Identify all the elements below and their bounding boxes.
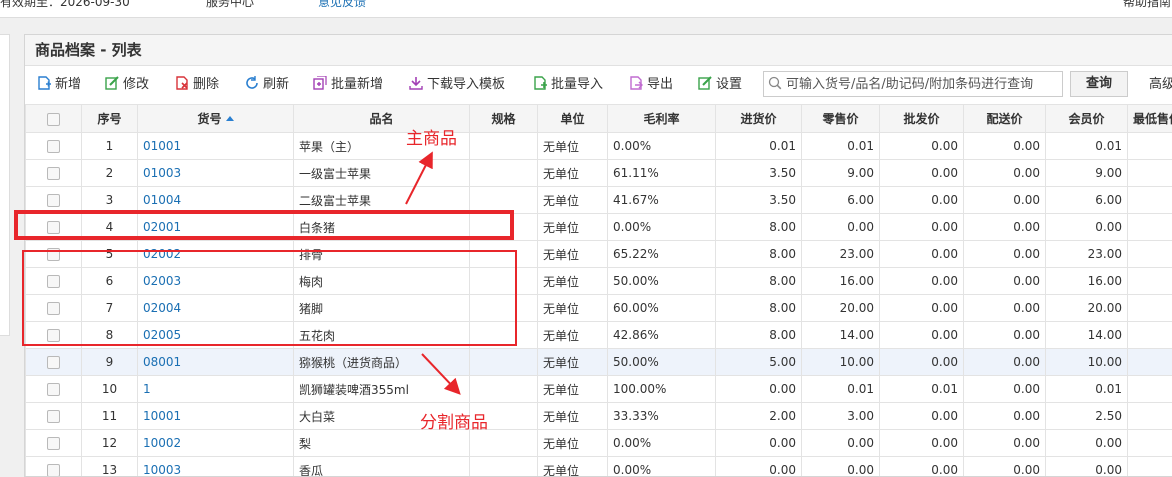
- split-product-annotation: 分割商品: [420, 408, 488, 433]
- arrow-to-split-products: [422, 354, 458, 392]
- main-product-annotation: 主商品: [406, 124, 457, 149]
- annotation-arrows: [0, 0, 1172, 475]
- arrow-to-main-product: [406, 155, 431, 204]
